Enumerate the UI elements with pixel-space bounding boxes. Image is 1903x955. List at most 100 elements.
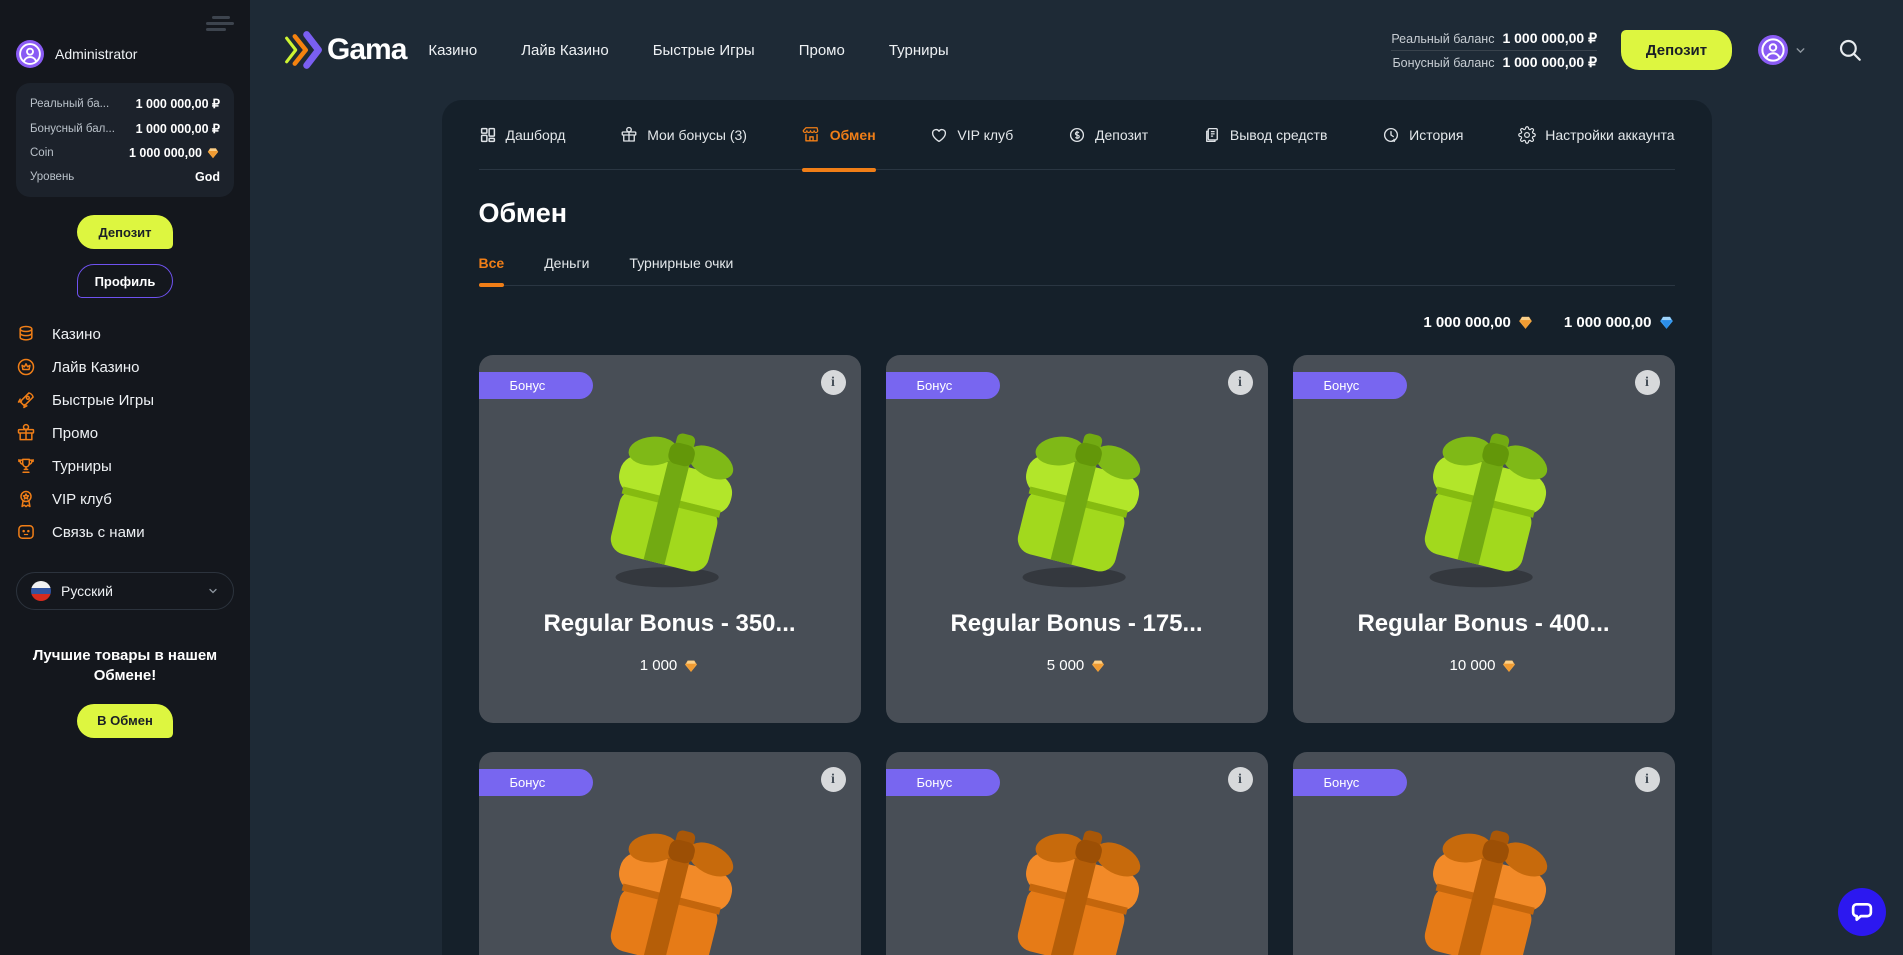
sidebar-balance-card: Реальный ба... 1 000 000,00 ₽ Бонусный б… [16,83,234,197]
sidebar-profile-button[interactable]: Профиль [77,264,173,298]
sidebar: Administrator Реальный ба... 1 000 000,0… [0,0,250,955]
gift-icon [620,126,638,144]
bonus-badge: Бонус [886,769,1001,796]
level-row: Уровень God [30,170,220,184]
orange-gem-icon [206,146,220,160]
bonus-title: Regular Bonus - 350... [479,610,861,638]
header-deposit-button[interactable]: Депозит [1621,30,1732,70]
sidebar-deposit-button[interactable]: Депозит [77,215,173,249]
sidebar-item-vip[interactable]: VIP клуб [16,489,234,509]
orange-gem-icon [1501,658,1517,674]
logo-chevrons-icon [283,31,323,69]
casino-icon [16,324,36,344]
sidebar-collapse-icon[interactable] [204,13,234,35]
bonus-card[interactable]: Бонус i Regular Bonus - 350... 1 000 [479,355,861,723]
bonus-title: Regular Bonus - 400... [1293,610,1675,638]
level-label: Уровень [30,171,74,183]
header-balances: Реальный баланс 1 000 000,00 ₽ Бонусный … [1391,27,1597,74]
header-nav-live-casino[interactable]: Лайв Казино [521,42,609,59]
search-icon[interactable] [1837,37,1863,63]
real-balance-row: Реальный ба... 1 000 000,00 ₽ [30,96,220,111]
sidebar-item-contact[interactable]: Связь с нами [16,522,234,542]
header-real-balance: Реальный баланс 1 000 000,00 ₽ [1391,27,1597,51]
account-tabs: Дашборд Мои бонусы (3) Обмен [479,100,1675,170]
blue-gem-icon [1658,314,1675,331]
info-icon[interactable]: i [1635,370,1660,395]
fast-games-icon [16,390,36,410]
page-title: Обмен [479,198,1675,229]
gift-image-orange [1398,818,1570,955]
sidebar-item-tournaments[interactable]: Турниры [16,456,234,476]
chat-widget-button[interactable] [1838,888,1886,936]
sidebar-profile[interactable]: Administrator [16,40,234,68]
info-icon[interactable]: i [1228,370,1253,395]
header-bonus-balance: Бонусный баланс 1 000 000,00 ₽ [1391,51,1597,74]
info-icon[interactable]: i [1228,767,1253,792]
bonus-title: Regular Bonus - 175... [886,610,1268,638]
gift-image-orange [991,818,1163,955]
info-icon[interactable]: i [821,370,846,395]
header-nav: Казино Лайв Казино Быстрые Игры Промо Ту… [428,42,948,59]
to-exchange-button[interactable]: В Обмен [77,704,173,738]
vip-icon [16,489,36,509]
gift-image-green [991,421,1163,593]
info-icon[interactable]: i [1635,767,1660,792]
account-menu[interactable] [1758,35,1807,65]
gift-image-green [1398,421,1570,593]
brand-logo[interactable]: Gama [283,31,406,69]
chevron-down-icon [1794,44,1807,57]
tab-deposit[interactable]: Депозит [1068,100,1148,170]
tab-account-settings[interactable]: Настройки аккаунта [1518,100,1674,170]
real-balance-value: 1 000 000,00 ₽ [136,96,220,111]
bonus-balance-label: Бонусный бал... [30,123,115,135]
orange-gem-icon [1517,314,1534,331]
points-balance: 1 000 000,00 [1564,314,1675,331]
bonus-card[interactable]: Бонус i [479,752,861,955]
sidebar-item-promo[interactable]: Промо [16,423,234,443]
sidebar-item-live-casino[interactable]: Лайв Казино [16,357,234,377]
tab-exchange[interactable]: Обмен [802,100,876,170]
coin-balance: 1 000 000,00 [1423,314,1534,331]
coin-label: Coin [30,147,54,159]
tab-vip-club[interactable]: VIP клуб [930,100,1013,170]
bonus-balance-value: 1 000 000,00 ₽ [136,121,220,136]
tab-my-bonuses[interactable]: Мои бонусы (3) [620,100,747,170]
tab-dashboard[interactable]: Дашборд [479,100,566,170]
level-value: God [195,170,220,184]
bonus-grid: Бонус i Regular Bonus - 350... 1 000 Бон… [479,355,1675,955]
bonus-balance-row: Бонусный бал... 1 000 000,00 ₽ [30,121,220,136]
bonus-card[interactable]: Бонус i Regular Bonus - 175... 5 000 [886,355,1268,723]
bonus-badge: Бонус [479,769,594,796]
sidebar-item-casino[interactable]: Казино [16,324,234,344]
shop-icon [802,125,821,144]
language-select[interactable]: Русский [16,572,234,610]
bonus-badge: Бонус [1293,372,1408,399]
brand-name: Gama [327,33,406,67]
exchange-balances: 1 000 000,00 1 000 000,00 [479,314,1675,331]
header-nav-promo[interactable]: Промо [799,42,845,59]
live-casino-icon [16,357,36,377]
gift-image-green [584,421,756,593]
language-label: Русский [61,583,113,599]
exchange-filters: Все Деньги Турнирные очки [479,255,1675,286]
bonus-card[interactable]: Бонус i Regular Bonus - 400... 10 000 [1293,355,1675,723]
bonus-card[interactable]: Бонус i [886,752,1268,955]
bonus-badge: Бонус [479,372,594,399]
filter-all[interactable]: Все [479,255,505,285]
tab-history[interactable]: История [1382,100,1463,170]
promo-icon [16,423,36,443]
avatar [16,40,44,68]
info-icon[interactable]: i [821,767,846,792]
filter-money[interactable]: Деньги [544,255,589,285]
sidebar-item-fast-games[interactable]: Быстрые Игры [16,390,234,410]
header-nav-casino[interactable]: Казино [428,42,477,59]
filter-tournament-points[interactable]: Турнирные очки [629,255,733,285]
withdraw-icon [1203,126,1221,144]
coin-icon [1068,126,1086,144]
tab-withdraw[interactable]: Вывод средств [1203,100,1328,170]
coin-balance-row: Coin 1 000 000,00 [30,146,220,160]
tournaments-icon [16,456,36,476]
header-nav-fast-games[interactable]: Быстрые Игры [653,42,755,59]
bonus-card[interactable]: Бонус i [1293,752,1675,955]
header-nav-tournaments[interactable]: Турниры [889,42,949,59]
